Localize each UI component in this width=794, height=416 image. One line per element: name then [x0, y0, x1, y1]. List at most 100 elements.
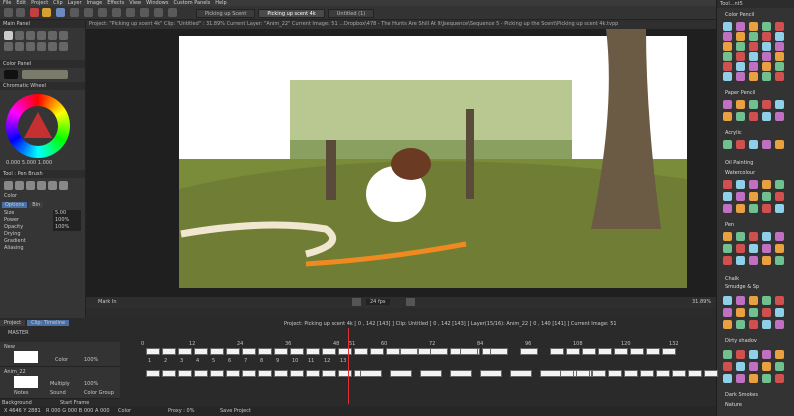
brush-preset-icon[interactable]: [775, 22, 784, 31]
brush-preset-icon[interactable]: [762, 350, 771, 359]
timeline-cell[interactable]: [672, 370, 686, 377]
brush-preset-icon[interactable]: [736, 62, 745, 71]
brush-preset-icon[interactable]: [749, 204, 758, 213]
brush-preset-icon[interactable]: [723, 232, 732, 241]
section-smudge[interactable]: Smudge & Sp: [725, 284, 759, 290]
brush-preset-icon[interactable]: [762, 232, 771, 241]
timeline-cell[interactable]: [360, 370, 382, 377]
brush-preset-icon[interactable]: [723, 350, 732, 359]
canvas-area[interactable]: [86, 29, 716, 299]
timeline-cell[interactable]: [146, 348, 160, 355]
timeline-cell[interactable]: [608, 370, 622, 377]
brush-preset-icon[interactable]: [723, 204, 732, 213]
brush-preset-icon[interactable]: [736, 180, 745, 189]
timeline-cell[interactable]: [630, 348, 644, 355]
timeline-cell[interactable]: [178, 348, 192, 355]
brush-preset-icon[interactable]: [26, 181, 35, 190]
brush-preset-icon[interactable]: [736, 192, 745, 201]
timeline-cell[interactable]: [306, 348, 320, 355]
brush-preset-icon[interactable]: [749, 244, 758, 253]
brush-preset-icon[interactable]: [775, 140, 784, 149]
ellipse-tool-icon[interactable]: [37, 31, 46, 40]
save-project-button[interactable]: Save Project: [220, 408, 251, 414]
brush-preset-icon[interactable]: [749, 374, 758, 383]
brush-preset-icon[interactable]: [736, 232, 745, 241]
move-tool-icon[interactable]: [26, 42, 35, 51]
brush-preset-icon[interactable]: [15, 181, 24, 190]
brush-preset-icon[interactable]: [723, 52, 732, 61]
brush-preset-icon[interactable]: [736, 32, 745, 41]
brush-preset-icon[interactable]: [775, 374, 784, 383]
brush-preset-icon[interactable]: [723, 308, 732, 317]
line-tool-icon[interactable]: [48, 31, 57, 40]
timeline-cell[interactable]: [146, 370, 160, 377]
brush-preset-icon[interactable]: [749, 232, 758, 241]
brush-preset-icon[interactable]: [736, 140, 745, 149]
brush-preset-icon[interactable]: [775, 62, 784, 71]
brush-preset-icon[interactable]: [48, 181, 57, 190]
brush-preset-icon[interactable]: [775, 244, 784, 253]
brush-preset-icon[interactable]: [775, 308, 784, 317]
brush-preset-icon[interactable]: [762, 22, 771, 31]
timeline-cell[interactable]: [210, 348, 224, 355]
secondary-color-swatch[interactable]: [22, 70, 68, 79]
brush-preset-icon[interactable]: [723, 362, 732, 371]
timeline-cell[interactable]: [510, 370, 532, 377]
timeline-cell[interactable]: [490, 348, 508, 355]
timeline-cell[interactable]: [322, 348, 336, 355]
tab-untitled[interactable]: Untitled (1): [327, 9, 375, 18]
timeline-cell[interactable]: [550, 348, 564, 355]
brush-preset-icon[interactable]: [749, 52, 758, 61]
brush-preset-icon[interactable]: [775, 204, 784, 213]
brush-preset-icon[interactable]: [749, 256, 758, 265]
brush-preset-icon[interactable]: [775, 296, 784, 305]
timeline-cell[interactable]: [560, 370, 574, 377]
power-input[interactable]: 100%: [53, 217, 81, 224]
timeline-cell[interactable]: [598, 348, 612, 355]
brush-preset-icon[interactable]: [775, 350, 784, 359]
brush-preset-icon[interactable]: [736, 42, 745, 51]
brush-preset-icon[interactable]: [736, 362, 745, 371]
section-chalk[interactable]: Chalk: [725, 276, 739, 282]
timeline-cell[interactable]: [290, 370, 304, 377]
brush-preset-icon[interactable]: [723, 180, 732, 189]
size-input[interactable]: 5.00: [53, 210, 81, 217]
brush-preset-icon[interactable]: [775, 180, 784, 189]
brush-preset-icon[interactable]: [762, 100, 771, 109]
brush-preset-icon[interactable]: [762, 256, 771, 265]
zoom-tool-icon[interactable]: [37, 42, 46, 51]
timeline-cell[interactable]: [258, 370, 272, 377]
section-watercolour[interactable]: Watercolour: [725, 170, 755, 176]
brush-preset-icon[interactable]: [762, 204, 771, 213]
brush-preset-icon[interactable]: [762, 362, 771, 371]
timeline-cell[interactable]: [656, 370, 670, 377]
brush-preset-icon[interactable]: [749, 362, 758, 371]
timeline-cell[interactable]: [386, 348, 400, 355]
section-paper-pencil[interactable]: Paper Pencil: [725, 90, 755, 96]
brush-preset-icon[interactable]: [749, 320, 758, 329]
brush-preset-icon[interactable]: [762, 374, 771, 383]
timeline-cell[interactable]: [322, 370, 336, 377]
timeline-cell[interactable]: [274, 348, 288, 355]
brush-preset-icon[interactable]: [749, 112, 758, 121]
timeline-cell[interactable]: [210, 370, 224, 377]
tab-picking-up-scent[interactable]: Picking up Scent: [196, 9, 256, 18]
brush-preset-icon[interactable]: [736, 374, 745, 383]
brush-preset-icon[interactable]: [736, 244, 745, 253]
brush-preset-icon[interactable]: [749, 42, 758, 51]
opacity-input[interactable]: 100%: [53, 224, 81, 231]
record-icon[interactable]: [30, 8, 39, 17]
brush-preset-icon[interactable]: [762, 140, 771, 149]
timeline-cell[interactable]: [566, 348, 580, 355]
eraser-tool-icon[interactable]: [4, 42, 13, 51]
timeline-cell[interactable]: [226, 348, 240, 355]
brush-preset-icon[interactable]: [736, 320, 745, 329]
brush-preset-icon[interactable]: [775, 100, 784, 109]
brush-icon[interactable]: [56, 8, 65, 17]
warp-tool-icon[interactable]: [59, 42, 68, 51]
brush-preset-icon[interactable]: [749, 350, 758, 359]
fps-select[interactable]: 24 fps: [366, 299, 390, 305]
flip-icon[interactable]: [140, 8, 149, 17]
brush-preset-icon[interactable]: [736, 296, 745, 305]
brush-preset-icon[interactable]: [723, 72, 732, 81]
